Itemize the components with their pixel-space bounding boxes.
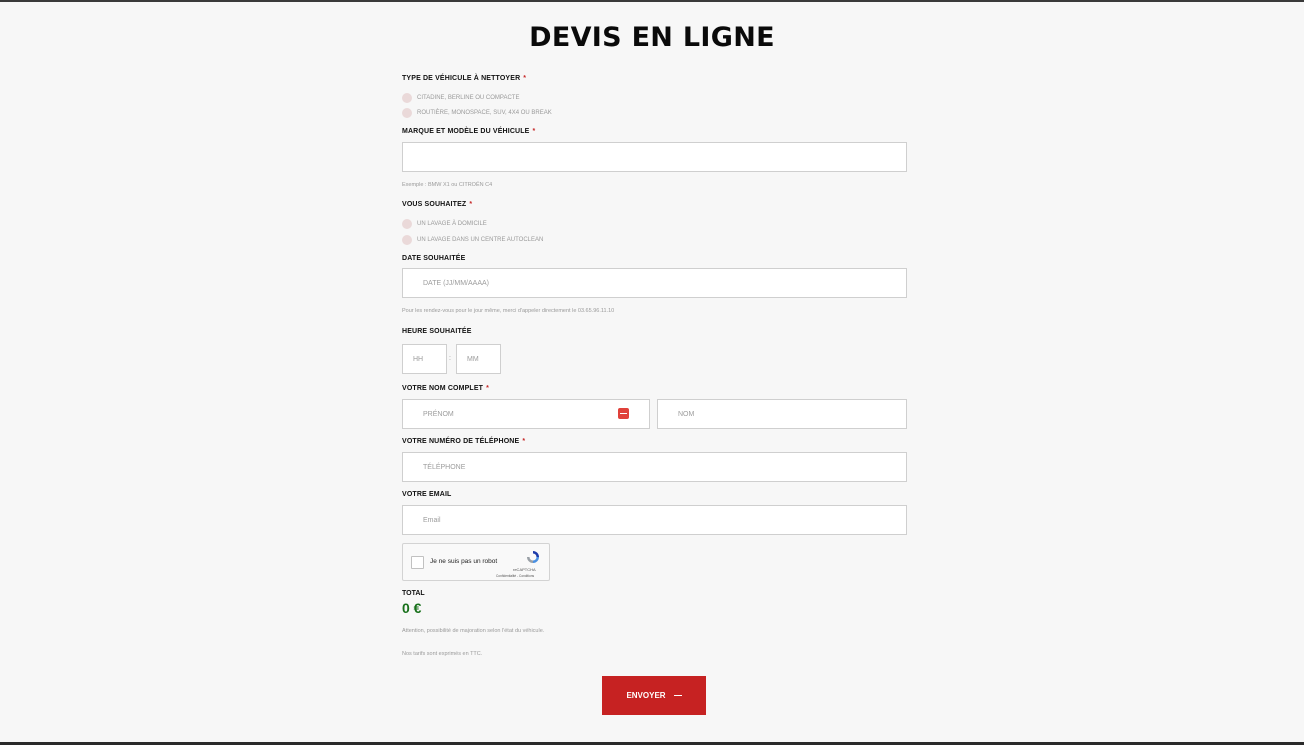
radio-button[interactable]: [402, 235, 412, 245]
radio-label: CITADINE, BERLINE OU COMPACTE: [417, 95, 520, 101]
recaptcha-terms[interactable]: Confidentialité - Conditions: [496, 574, 534, 578]
radio-button[interactable]: [402, 93, 412, 103]
autofill-icon[interactable]: [618, 408, 629, 419]
required-mark: *: [532, 128, 536, 135]
arrow-dash-icon: [673, 694, 682, 697]
required-mark: *: [522, 438, 526, 445]
time-separator: :: [449, 355, 451, 362]
minutes-placeholder: MM: [467, 355, 479, 363]
vehicle-type-option-2[interactable]: ROUTIÈRE, MONOSPACE, SUV, 4X4 OU BREAK: [402, 108, 552, 118]
top-border: [0, 0, 1304, 2]
first-name-input[interactable]: PRÉNOM: [402, 399, 650, 429]
required-mark: *: [486, 385, 489, 392]
radio-label: UN LAVAGE DANS UN CENTRE AUTOCLEAN: [417, 237, 544, 243]
radio-button[interactable]: [402, 219, 412, 229]
phone-input[interactable]: TÉLÉPHONE: [402, 452, 907, 482]
required-mark: *: [523, 75, 527, 82]
first-name-placeholder: PRÉNOM: [423, 410, 454, 418]
radio-label: ROUTIÈRE, MONOSPACE, SUV, 4X4 OU BREAK: [417, 110, 552, 116]
submit-label: ENVOYER: [626, 691, 666, 700]
vehicle-type-option-1[interactable]: CITADINE, BERLINE OU COMPACTE: [402, 93, 519, 103]
ttc-note: Nos tarifs sont exprimés en TTC.: [402, 651, 483, 657]
email-placeholder: Email: [423, 516, 441, 524]
recaptcha-checkbox[interactable]: [411, 556, 424, 569]
model-label-text: MARQUE ET MODÈLE DU VÉHICULE: [402, 128, 530, 135]
vehicle-type-label-text: TYPE DE VÉHICULE À NETTOYER: [402, 75, 521, 82]
wish-label: VOUS SOUHAITEZ *: [402, 201, 472, 208]
recaptcha-text: Je ne suis pas un robot: [430, 558, 498, 565]
phone-placeholder: TÉLÉPHONE: [423, 463, 466, 471]
radio-label: UN LAVAGE À DOMICILE: [417, 221, 487, 227]
hours-input[interactable]: HH: [402, 344, 447, 374]
date-hint: Pour les rendez-vous pour le jour même, …: [402, 308, 615, 314]
email-input[interactable]: Email: [402, 505, 907, 535]
last-name-placeholder: NOM: [678, 410, 695, 418]
phone-label: VOTRE NUMÉRO DE TÉLÉPHONE *: [402, 438, 525, 445]
hours-placeholder: HH: [413, 355, 424, 363]
wish-option-1[interactable]: UN LAVAGE À DOMICILE: [402, 219, 487, 229]
name-label: VOTRE NOM COMPLET *: [402, 385, 489, 392]
phone-label-text: VOTRE NUMÉRO DE TÉLÉPHONE: [402, 438, 520, 445]
wish-option-2[interactable]: UN LAVAGE DANS UN CENTRE AUTOCLEAN: [402, 235, 543, 245]
model-label: MARQUE ET MODÈLE DU VÉHICULE *: [402, 128, 535, 135]
date-placeholder: DATE (JJ/MM/AAAA): [423, 279, 489, 287]
page-title: DEVIS EN LIGNE: [529, 22, 775, 53]
wish-label-text: VOUS SOUHAITEZ: [402, 201, 467, 208]
recaptcha-logo-icon: [527, 551, 539, 563]
model-hint: Exemple : BMW X1 ou CITROËN C4: [402, 182, 493, 188]
radio-button[interactable]: [402, 108, 412, 118]
last-name-input[interactable]: NOM: [657, 399, 907, 429]
date-label: DATE SOUHAITÉE: [402, 255, 466, 262]
email-label: VOTRE EMAIL: [402, 491, 452, 498]
time-label: HEURE SOUHAITÉE: [402, 328, 472, 335]
date-input[interactable]: DATE (JJ/MM/AAAA): [402, 268, 907, 298]
recaptcha-widget: Je ne suis pas un robot reCAPTCHA Confid…: [402, 543, 550, 581]
required-mark: *: [469, 201, 473, 208]
total-value: 0 €: [402, 600, 422, 616]
name-label-text: VOTRE NOM COMPLET: [402, 385, 484, 392]
model-input[interactable]: [402, 142, 907, 172]
recaptcha-brand: reCAPTCHA: [513, 567, 536, 572]
submit-button[interactable]: ENVOYER: [602, 676, 706, 715]
minutes-input[interactable]: MM: [456, 344, 501, 374]
total-label: TOTAL: [402, 590, 425, 597]
surcharge-note: Attention, possibilité de majoration sel…: [402, 628, 545, 634]
vehicle-type-label: TYPE DE VÉHICULE À NETTOYER *: [402, 75, 526, 82]
